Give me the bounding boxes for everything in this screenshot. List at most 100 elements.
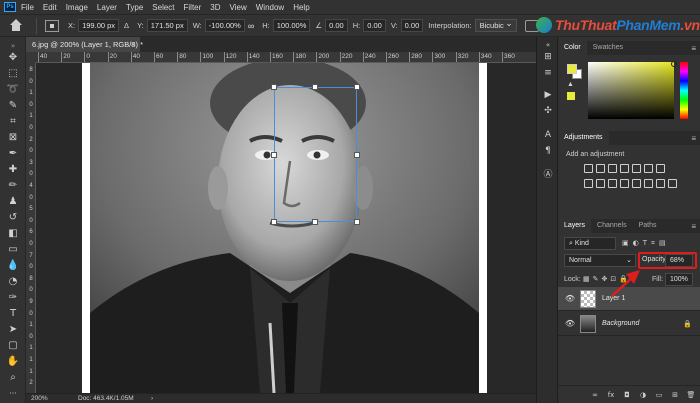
marquee-tool-icon[interactable]: ⬚ bbox=[5, 67, 21, 81]
group-icon[interactable]: ▭ bbox=[654, 390, 664, 400]
menu-select[interactable]: Select bbox=[152, 3, 174, 12]
transform-handle[interactable] bbox=[312, 219, 318, 225]
menu-3d[interactable]: 3D bbox=[210, 3, 220, 12]
transform-handle[interactable] bbox=[271, 84, 277, 90]
layer-name[interactable]: Background bbox=[602, 320, 639, 327]
layer-filter-icons[interactable]: ▣◐T⌗▤ bbox=[622, 239, 670, 248]
properties-icon[interactable]: ≡ bbox=[542, 67, 554, 79]
blend-mode-select[interactable]: Normal ⌄ bbox=[564, 254, 636, 267]
brush-tool-icon[interactable]: ✏ bbox=[5, 179, 21, 193]
menu-view[interactable]: View bbox=[230, 3, 247, 12]
link-icon[interactable]: ∞ bbox=[590, 390, 600, 400]
adjustment-type-icon[interactable] bbox=[620, 179, 629, 188]
color-picker-field[interactable] bbox=[588, 62, 674, 119]
adjustment-type-icon[interactable] bbox=[584, 164, 593, 173]
adjustment-type-icon[interactable] bbox=[668, 179, 677, 188]
type-tool-icon[interactable]: T bbox=[5, 307, 21, 321]
color-warning-icon[interactable]: ▲ bbox=[567, 81, 574, 88]
interpolation-select[interactable]: Bicubic bbox=[474, 18, 517, 32]
adjustment-type-icon[interactable] bbox=[644, 164, 653, 173]
reference-point-icon[interactable] bbox=[45, 19, 59, 32]
zoom-level[interactable]: 200% bbox=[31, 394, 48, 403]
menu-type[interactable]: Type bbox=[126, 3, 143, 12]
history-brush-icon[interactable]: ↺ bbox=[5, 211, 21, 225]
layer-filter-select[interactable]: ⌕ Kind bbox=[564, 237, 616, 250]
crop-tool-icon[interactable]: ⌗ bbox=[5, 115, 21, 129]
more-tools-icon[interactable]: ··· bbox=[5, 387, 21, 401]
link-icon[interactable]: ∞ bbox=[248, 21, 254, 31]
menu-image[interactable]: Image bbox=[66, 3, 88, 12]
menu-edit[interactable]: Edit bbox=[43, 3, 57, 12]
adjustment-type-icon[interactable] bbox=[596, 164, 605, 173]
adjustment-icon[interactable]: ◑ bbox=[638, 390, 648, 400]
tab-color[interactable]: Color bbox=[558, 41, 587, 55]
menu-file[interactable]: File bbox=[21, 3, 34, 12]
y-field[interactable]: 171.50 px bbox=[146, 19, 188, 32]
adjustment-type-icon[interactable] bbox=[608, 179, 617, 188]
adjustment-type-icon[interactable] bbox=[656, 164, 665, 173]
zoom-tool-icon[interactable]: ⌕ bbox=[5, 371, 21, 385]
width-field[interactable]: -100.00% bbox=[204, 19, 245, 32]
new-layer-icon[interactable]: ⊞ bbox=[670, 390, 680, 400]
v-skew-field[interactable]: 0.00 bbox=[400, 19, 424, 32]
tab-swatches[interactable]: Swatches bbox=[587, 41, 629, 55]
adjustment-type-icon[interactable] bbox=[644, 179, 653, 188]
lasso-tool-icon[interactable]: ➰ bbox=[5, 83, 21, 97]
adjustments-icon[interactable]: ✣ bbox=[542, 105, 554, 117]
transform-handle[interactable] bbox=[354, 152, 360, 158]
healing-brush-icon[interactable]: ✚ bbox=[5, 163, 21, 177]
hue-slider[interactable] bbox=[680, 62, 688, 119]
menu-layer[interactable]: Layer bbox=[97, 3, 117, 12]
adjustment-type-icon[interactable] bbox=[632, 179, 641, 188]
fill-field[interactable]: 100% bbox=[665, 273, 693, 286]
layer-name[interactable]: Layer 1 bbox=[602, 295, 625, 302]
panel-menu-icon[interactable]: ≡ bbox=[691, 134, 696, 143]
mask-icon[interactable]: ◘ bbox=[622, 390, 632, 400]
panel-menu-icon[interactable]: ≡ bbox=[691, 222, 696, 231]
lock-icons[interactable]: ▦✎✥⊡🔒 bbox=[583, 275, 631, 283]
menu-help[interactable]: Help bbox=[293, 3, 309, 12]
tab-paths[interactable]: Paths bbox=[633, 219, 663, 233]
panel-menu-icon[interactable]: ≡ bbox=[691, 44, 696, 53]
home-icon[interactable] bbox=[8, 18, 24, 33]
blur-tool-icon[interactable]: 💧 bbox=[5, 259, 21, 273]
menu-filter[interactable]: Filter bbox=[184, 3, 202, 12]
canvas[interactable] bbox=[36, 63, 536, 393]
angle-field[interactable]: 0.00 bbox=[325, 19, 348, 32]
transform-handle[interactable] bbox=[271, 219, 277, 225]
adjustment-type-icon[interactable] bbox=[596, 179, 605, 188]
character-icon[interactable]: A bbox=[542, 129, 554, 141]
pen-tool-icon[interactable]: ✑ bbox=[5, 291, 21, 305]
glyphs-icon[interactable]: Ⓐ bbox=[542, 169, 554, 181]
h-skew-field[interactable]: 0.00 bbox=[363, 19, 386, 32]
height-field[interactable]: 100.00% bbox=[272, 19, 311, 32]
menu-window[interactable]: Window bbox=[256, 3, 284, 12]
document-tab[interactable]: 6.jpg @ 200% (Layer 1, RGB/8) * × bbox=[26, 37, 143, 52]
layer-row-background[interactable]: 👁 Background 🔒 bbox=[558, 312, 700, 336]
adjustment-type-icon[interactable] bbox=[620, 164, 629, 173]
transform-handle[interactable] bbox=[312, 84, 318, 90]
eyedropper-tool-icon[interactable]: ✒ bbox=[5, 147, 21, 161]
adjustment-type-icon[interactable] bbox=[584, 179, 593, 188]
status-arrow-icon[interactable]: › bbox=[151, 394, 153, 403]
foreground-color-swatch[interactable] bbox=[567, 64, 577, 74]
paragraph-icon[interactable]: ¶ bbox=[542, 145, 554, 157]
fx-icon[interactable]: fx bbox=[606, 390, 616, 400]
tab-adjustments[interactable]: Adjustments bbox=[558, 131, 609, 145]
tab-channels[interactable]: Channels bbox=[591, 219, 633, 233]
trash-icon[interactable]: 🗑 bbox=[686, 390, 696, 400]
transform-handle[interactable] bbox=[354, 219, 360, 225]
adjustment-type-icon[interactable] bbox=[608, 164, 617, 173]
move-tool-icon[interactable]: ✥ bbox=[5, 51, 21, 65]
transform-handle[interactable] bbox=[271, 152, 277, 158]
transform-handle[interactable] bbox=[354, 84, 360, 90]
web-color-swatch[interactable] bbox=[567, 92, 575, 100]
shape-tool-icon[interactable]: ▢ bbox=[5, 339, 21, 353]
lock-icon[interactable]: 🔒 bbox=[683, 320, 692, 328]
close-icon[interactable]: × bbox=[130, 37, 135, 52]
transform-box[interactable] bbox=[271, 84, 360, 225]
history-icon[interactable]: ⊞ bbox=[542, 51, 554, 63]
gradient-tool-icon[interactable]: ▭ bbox=[5, 243, 21, 257]
eye-icon[interactable]: 👁 bbox=[564, 294, 576, 303]
adjustment-type-icon[interactable] bbox=[656, 179, 665, 188]
